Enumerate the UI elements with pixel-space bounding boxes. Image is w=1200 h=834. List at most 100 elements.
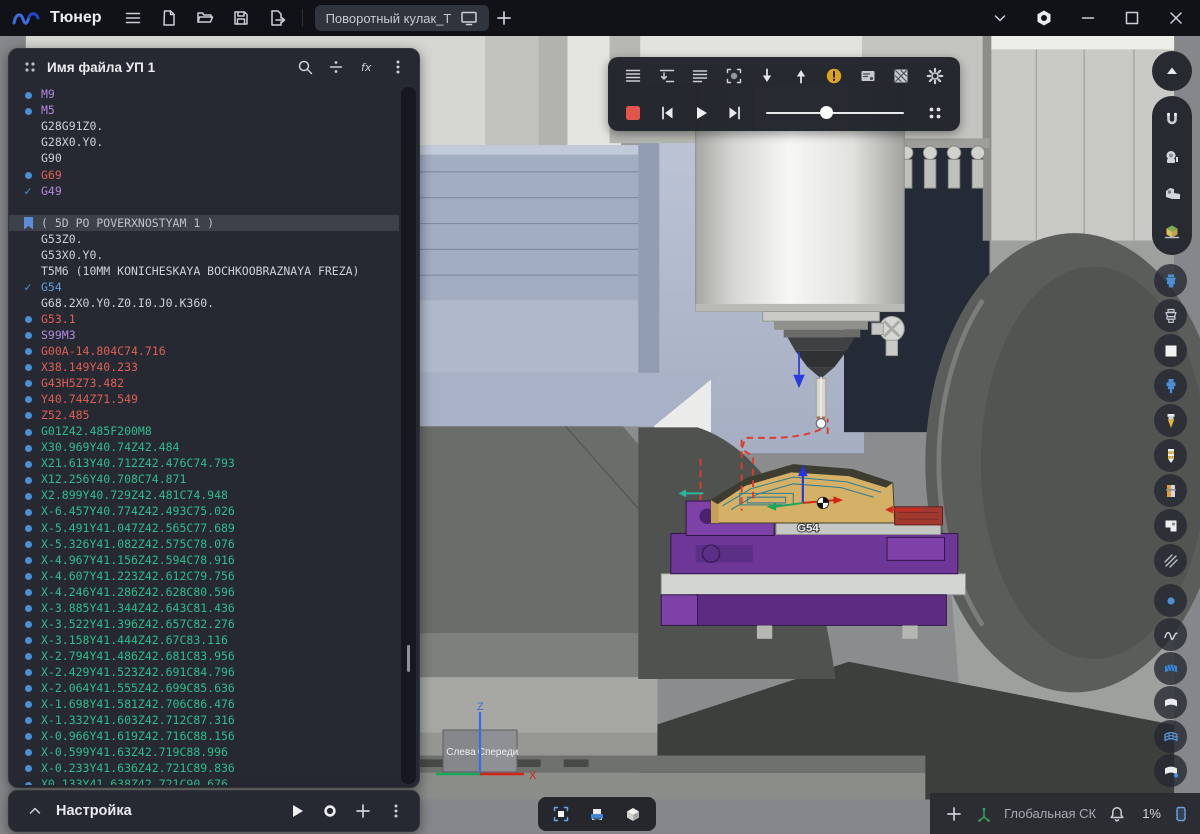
tool-cone-button[interactable] (1154, 404, 1187, 437)
probe-button[interactable] (1157, 142, 1187, 172)
view-cube[interactable]: Z Слева Спереди X (428, 698, 540, 790)
gcode-line[interactable]: G53Z0. (9, 231, 399, 247)
gcode-line[interactable]: M5 (9, 103, 399, 119)
gcode-line[interactable]: G53.1 (9, 312, 399, 328)
shading-mode-button[interactable] (618, 800, 648, 828)
gcode-line[interactable] (9, 199, 399, 215)
gcode-line[interactable]: X-3.158Y41.444Z42.67C83.116 (9, 633, 399, 649)
gcode-line[interactable]: X-0.599Y41.63Z42.719C88.996 (9, 745, 399, 761)
gcode-line[interactable]: G90 (9, 151, 399, 167)
gcode-line[interactable]: X-5.326Y41.082Z42.575C78.076 (9, 536, 399, 552)
collision-check-button[interactable] (888, 63, 914, 89)
gcode-line[interactable]: X30.969Y40.74Z42.484 (9, 440, 399, 456)
gcode-line[interactable]: G28G91Z0. (9, 119, 399, 135)
gcode-line[interactable]: X-4.967Y41.156Z42.594C78.916 (9, 552, 399, 568)
maximize-button[interactable] (1114, 3, 1150, 33)
gcode-line[interactable]: X-1.698Y41.581Z42.706C86.476 (9, 697, 399, 713)
tool-assembly-button[interactable] (1154, 369, 1187, 402)
collapse-settings-button[interactable] (21, 798, 48, 824)
sim-settings-button[interactable] (922, 63, 948, 89)
active-csys-label[interactable]: Глобальная СК (1004, 806, 1096, 821)
holder-outline-button[interactable] (1154, 299, 1187, 332)
stock-setup-button[interactable] (1157, 216, 1187, 246)
new-file-button[interactable] (154, 4, 184, 32)
gcode-line[interactable]: X-2.064Y41.555Z42.699C85.636 (9, 681, 399, 697)
show-curve-button[interactable] (1154, 618, 1187, 651)
line-list-button[interactable] (687, 63, 713, 89)
program-lines-button[interactable] (620, 63, 646, 89)
play-button[interactable] (688, 100, 714, 126)
gcode-line[interactable]: X-0.233Y41.636Z42.721C89.836 (9, 761, 399, 777)
gcode-line[interactable]: X-3.885Y41.344Z42.643C81.436 (9, 601, 399, 617)
magnet-snap-button[interactable] (1157, 105, 1187, 135)
gcode-line[interactable]: ( 5D PO POVERXNOSTYAM 1 ) (9, 215, 399, 231)
detach-toolbar-button[interactable] (922, 100, 948, 126)
run-button[interactable] (283, 798, 310, 824)
gcode-line[interactable]: T5M6 (10MM KONICHESKAYA BOCHKOOBRAZNAYA … (9, 264, 399, 280)
skip-to-end-button[interactable] (722, 100, 748, 126)
export-file-button[interactable] (262, 4, 292, 32)
gcode-line[interactable]: ✓G54 (9, 280, 399, 296)
code-scrollbar[interactable] (401, 87, 416, 784)
fit-view-button[interactable] (546, 800, 576, 828)
gcode-line[interactable]: X-0.966Y41.619Z42.716C88.156 (9, 729, 399, 745)
show-points-button[interactable] (1154, 584, 1187, 617)
gcode-line[interactable]: X-6.457Y40.774Z42.493C75.026 (9, 504, 399, 520)
gcode-line[interactable]: G28X0.Y0. (9, 135, 399, 151)
gcode-line[interactable]: X12.256Y40.708C74.871 (9, 472, 399, 488)
gcode-line[interactable]: X-5.491Y41.047Z42.565C77.689 (9, 520, 399, 536)
open-file-button[interactable] (190, 4, 220, 32)
gcode-line[interactable]: G43H5Z73.482 (9, 376, 399, 392)
add-csys-button[interactable] (944, 800, 964, 828)
functions-button[interactable]: fx (353, 54, 380, 80)
info-panel-button[interactable] (855, 63, 881, 89)
scroll-up-button[interactable] (1157, 56, 1187, 86)
surface-plain-button[interactable] (1154, 686, 1187, 719)
minimize-button[interactable] (1070, 3, 1106, 33)
toolpath-display-button[interactable] (582, 800, 612, 828)
gcode-line[interactable]: G00A-14.804C74.716 (9, 344, 399, 360)
stock-solid-button[interactable] (1154, 334, 1187, 367)
gcode-line[interactable]: G69 (9, 167, 399, 183)
gcode-line[interactable]: X-4.246Y41.286Z42.628C80.596 (9, 584, 399, 600)
surface-points-button[interactable] (1154, 754, 1187, 787)
divide-button[interactable] (322, 54, 349, 80)
drag-handle-icon[interactable] (21, 58, 39, 76)
expand-tabs-button[interactable] (982, 3, 1018, 33)
gcode-line[interactable]: X38.149Y40.233 (9, 360, 399, 376)
gcode-line[interactable]: Z52.485 (9, 408, 399, 424)
gcode-line[interactable]: G53X0.Y0. (9, 247, 399, 263)
surface-shaded-button[interactable] (1154, 652, 1187, 685)
slider-knob[interactable] (820, 106, 833, 119)
close-button[interactable] (1158, 3, 1194, 33)
gcode-line[interactable]: ✓G49 (9, 183, 399, 199)
gcode-line[interactable]: X2.899Y40.729Z42.481C74.948 (9, 488, 399, 504)
rotary-axes-button[interactable] (1157, 179, 1187, 209)
gcode-line[interactable]: S99M3 (9, 328, 399, 344)
search-button[interactable] (291, 54, 318, 80)
machine-view-button[interactable] (1154, 509, 1187, 542)
show-holder-button[interactable] (1154, 264, 1187, 297)
notifications-button[interactable] (1107, 800, 1127, 828)
surface-mesh-button[interactable] (1154, 720, 1187, 753)
save-file-button[interactable] (226, 4, 256, 32)
gcode-line[interactable]: G01Z42.485F200M8 (9, 424, 399, 440)
gcode-line[interactable]: X-4.607Y41.223Z42.612C79.756 (9, 568, 399, 584)
step-forward-button[interactable] (754, 63, 780, 89)
simulation-speed-slider[interactable] (766, 101, 904, 125)
gcode-line[interactable]: X21.613Y40.712Z42.476C74.793 (9, 456, 399, 472)
document-tab[interactable]: Поворотный кулак_Т (315, 5, 490, 31)
section-hatch-button[interactable] (1154, 544, 1187, 577)
gcode-line[interactable]: X-2.429Y41.523Z42.691C84.796 (9, 665, 399, 681)
focus-selection-button[interactable] (721, 63, 747, 89)
holder-half-section-button[interactable] (1154, 474, 1187, 507)
gcode-line[interactable]: X0.133Y41.638Z42.721C90.676 (9, 777, 399, 785)
gcode-line[interactable]: Y40.744Z71.549 (9, 392, 399, 408)
add-item-button[interactable] (349, 798, 376, 824)
skip-to-start-button[interactable] (654, 100, 680, 126)
gcode-listing[interactable]: M9M5G28G91Z0.G28X0.Y0.G90G69✓G49( 5D PO … (9, 87, 399, 785)
warnings-button[interactable] (821, 63, 847, 89)
step-back-button[interactable] (788, 63, 814, 89)
gcode-line[interactable]: X-2.794Y41.486Z42.681C83.956 (9, 649, 399, 665)
gcode-line[interactable]: G68.2X0.Y0.Z0.I0.J0.K360. (9, 296, 399, 312)
